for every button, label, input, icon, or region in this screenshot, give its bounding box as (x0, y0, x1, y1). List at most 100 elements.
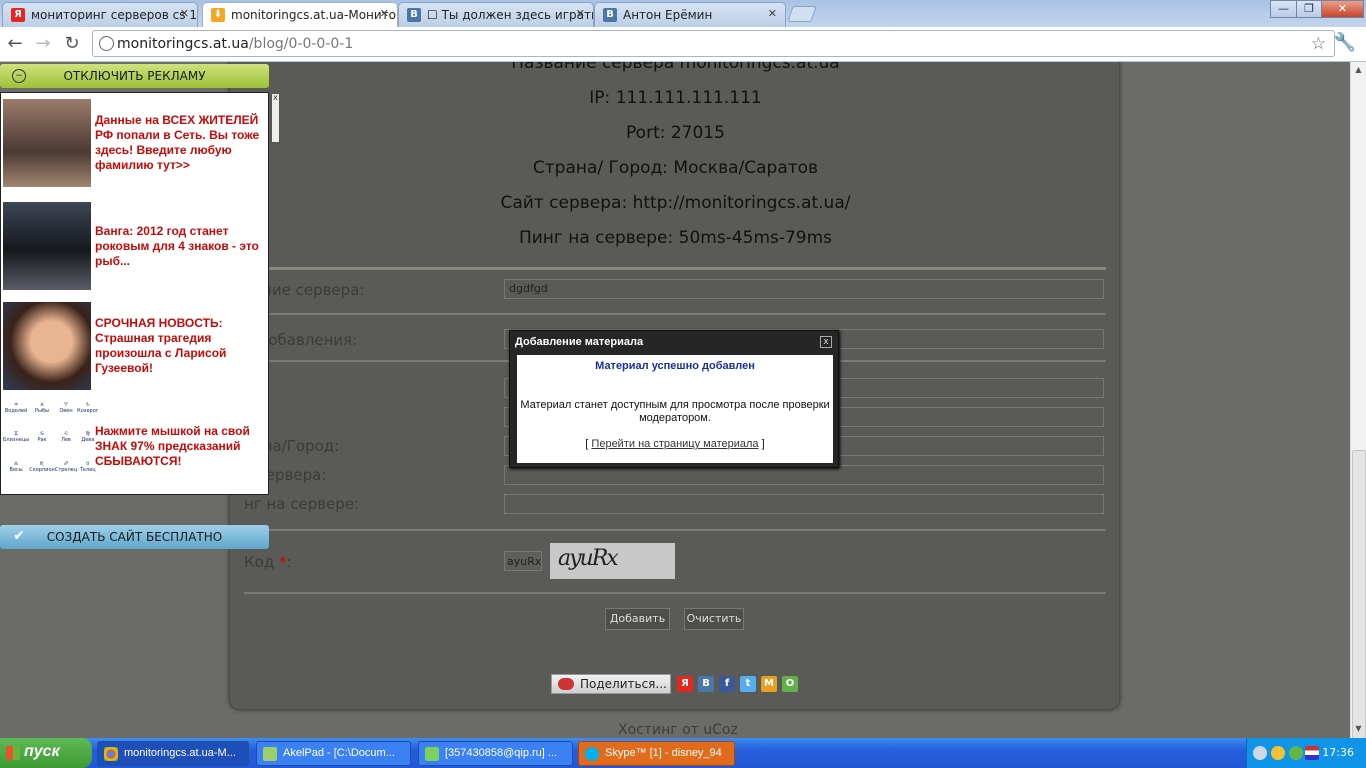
ad-text[interactable]: Ванга: 2012 год станет роковым для 4 зна… (95, 196, 265, 296)
ad-text[interactable]: Данные на ВСЕХ ЖИТЕЛЕЙ РФ попали в Сеть.… (95, 93, 265, 193)
server-name-input[interactable]: dgdfgd (504, 279, 1104, 299)
twitter-share-icon[interactable]: t (740, 676, 756, 692)
tab-vk-play-here[interactable]: В ☐ Ты должен здесь играть! ✕ (398, 2, 594, 27)
zodiac-cancer-icon[interactable]: ♋ Рак (29, 431, 55, 460)
shield-tray-icon[interactable] (1271, 746, 1285, 760)
back-arrow-icon[interactable]: ← (4, 33, 26, 55)
windows-flag-icon (6, 746, 20, 760)
task-label: [357430858@qip.ru] ... (445, 747, 558, 759)
dialog-close-button[interactable]: x (820, 336, 832, 348)
tab-label: monitoringcs.at.ua-Мониторинг (231, 8, 397, 22)
success-message: Материал успешно добавлен (595, 360, 755, 372)
reload-icon[interactable]: ↻ (61, 33, 83, 55)
share-label: Поделиться... (580, 677, 667, 691)
zodiac-grid: ♒ Водолей ♓ Рыбы ♈ Овен ♑ Козерог ♊ Близнецы … (3, 402, 98, 490)
restore-button[interactable]: ❐ (1296, 0, 1322, 18)
windows-taskbar: пуск monitoringcs.at.ua-M... AkelPad - [… (0, 738, 1366, 768)
code-label: Код *: (244, 553, 292, 571)
ad-item[interactable]: Ванга: 2012 год станет роковым для 4 зна… (3, 196, 268, 296)
url-path: /blog/0-0-0-0-1 (248, 36, 354, 52)
dialog-title: Добавление материала (515, 336, 644, 348)
tab-close-icon[interactable]: ✕ (768, 7, 777, 20)
share-button[interactable]: Поделиться... (551, 674, 671, 694)
forward-arrow-icon[interactable]: → (32, 33, 54, 55)
material-link-row: [ Перейти на страницу материала ] (517, 438, 833, 450)
vertical-scrollbar[interactable]: ▲ ▼ (1350, 62, 1366, 740)
new-tab-button[interactable] (787, 6, 817, 22)
zodiac-libra-icon[interactable]: ♎ Весы (3, 461, 29, 490)
zodiac-aries-icon[interactable]: ♈ Овен (55, 402, 77, 431)
ad-item[interactable]: СРОЧНАЯ НОВОСТЬ: Страшная трагедия произ… (3, 296, 268, 396)
server-ip-line: IP: 111.111.111.111 (589, 88, 762, 108)
zodiac-gemini-icon[interactable]: ♊ Близнецы (3, 431, 29, 460)
code-label-colon: : (286, 553, 292, 571)
ad-close-button[interactable]: x (271, 93, 280, 143)
yandex-share-icon[interactable]: Я (677, 676, 693, 692)
globe-icon (99, 36, 114, 51)
us-flag-icon[interactable] (1305, 746, 1319, 760)
bookmark-star-icon[interactable]: ☆ (1311, 34, 1326, 54)
site-input[interactable] (504, 465, 1104, 485)
link-bracket-close: ] (761, 438, 765, 450)
tab-close-icon[interactable]: ✕ (180, 7, 189, 20)
server-name-line: Название сервера monitoringcs.at.ua (511, 62, 840, 73)
ad-item[interactable]: ♒ Водолей ♓ Рыбы ♈ Овен ♑ Козерог ♊ Близнецы … (3, 396, 268, 496)
captcha-input[interactable]: ayuRx (504, 551, 542, 571)
url-text[interactable]: monitoringcs.at.ua/blog/0-0-0-0-1 (117, 36, 353, 52)
ad-list: Данные на ВСЕХ ЖИТЕЛЕЙ РФ попали в Сеть.… (0, 92, 269, 495)
submit-button[interactable]: Добавить (605, 608, 670, 630)
ad-panel: − ОТКЛЮЧИТЬ РЕКЛАМУ Данные на ВСЕХ ЖИТЕЛ… (0, 62, 270, 552)
go-to-material-link[interactable]: Перейти на страницу материала (591, 438, 758, 450)
scroll-thumb[interactable] (1352, 450, 1366, 740)
ad-thumbnail-vanga (3, 202, 91, 290)
zodiac-scorpio-icon[interactable]: ♏ Скорпион (29, 461, 55, 490)
scroll-down-icon[interactable]: ▼ (1353, 724, 1364, 735)
hosting-link[interactable]: uCoz (703, 722, 738, 738)
divider (244, 313, 1106, 315)
tab-yandex-search[interactable]: Я мониторинг серверов cs 1.6 ✕ (2, 2, 198, 27)
address-bar[interactable]: monitoringcs.at.ua/blog/0-0-0-0-1 ☆ (92, 30, 1335, 57)
facebook-share-icon[interactable]: f (719, 676, 735, 692)
tab-monitoringcs[interactable]: ⬇ monitoringcs.at.ua-Мониторинг ✕ (202, 2, 398, 28)
create-site-button[interactable]: ✔ СОЗДАТЬ САЙТ БЕСПЛАТНО (0, 525, 269, 549)
disable-ads-label: ОТКЛЮЧИТЬ РЕКЛАМУ (63, 69, 206, 83)
ping-input[interactable] (504, 494, 1104, 514)
yandex-favicon-icon: Я (11, 8, 25, 22)
close-window-button[interactable]: ✕ (1321, 0, 1364, 18)
tab-strip: Я мониторинг серверов cs 1.6 ✕ ⬇ monitor… (0, 0, 1366, 28)
vk-share-icon[interactable]: В (698, 676, 714, 692)
back-arrow-tray-icon[interactable] (1253, 746, 1267, 760)
dialog-body: Материал успешно добавлен Материал стане… (517, 355, 833, 463)
link-bracket-open: [ (585, 438, 589, 450)
tab-vk-anton[interactable]: В Антон Ерёмин ✕ (594, 2, 786, 27)
tab-close-icon[interactable]: ✕ (576, 7, 585, 20)
start-button[interactable]: пуск (0, 738, 92, 768)
scroll-up-icon[interactable]: ▲ (1353, 65, 1364, 76)
tab-label: мониторинг серверов cs 1.6 (31, 8, 198, 22)
task-akelpad[interactable]: AkelPad - [C:\Docum... (256, 741, 411, 766)
ad-text[interactable]: Нажмите мышкой на свой ЗНАК 97% предсказ… (95, 396, 265, 496)
akelpad-icon (263, 747, 277, 761)
zodiac-leo-icon[interactable]: ♌ Лев (55, 431, 77, 460)
clear-button[interactable]: Очистить (684, 608, 744, 630)
add-material-dialog: Добавление материала x Материал успешно … (509, 330, 839, 468)
ad-item[interactable]: Данные на ВСЕХ ЖИТЕЛЕЙ РФ попали в Сеть.… (3, 93, 268, 193)
ucoz-favicon-icon: ⬇ (211, 8, 225, 22)
zodiac-pisces-icon[interactable]: ♓ Рыбы (29, 402, 55, 431)
disable-ads-button[interactable]: − ОТКЛЮЧИТЬ РЕКЛАМУ (0, 64, 269, 88)
zodiac-sagittarius-icon[interactable]: ♐ Стрелец (55, 461, 77, 490)
wrench-icon[interactable]: 🔧 (1334, 32, 1356, 53)
task-skype[interactable]: Skype™ [1] - disney_94 (578, 741, 735, 766)
zodiac-aquarius-icon[interactable]: ♒ Водолей (3, 402, 29, 431)
minimize-button[interactable]: — (1270, 0, 1297, 18)
moimir-share-icon[interactable]: M (761, 676, 777, 692)
share-icon (558, 678, 574, 690)
qip-tray-icon[interactable] (1289, 746, 1303, 760)
tab-close-icon[interactable]: ✕ (380, 7, 389, 20)
odnoklassniki-share-icon[interactable]: O (782, 676, 798, 692)
task-chrome[interactable]: monitoringcs.at.ua-M... (97, 741, 249, 766)
task-qip[interactable]: [357430858@qip.ru] ... (418, 741, 573, 766)
divider (244, 267, 1106, 270)
clock: 17:36 (1322, 746, 1354, 759)
ad-text[interactable]: СРОЧНАЯ НОВОСТЬ: Страшная трагедия произ… (95, 296, 265, 396)
